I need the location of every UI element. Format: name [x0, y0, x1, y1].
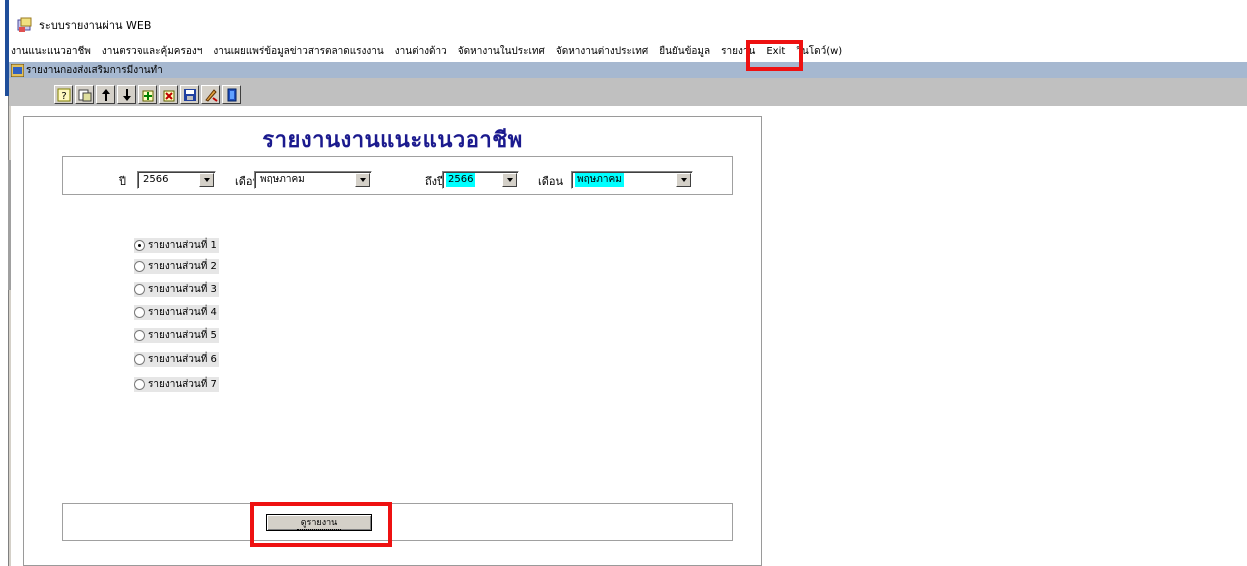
- report-option-5[interactable]: รายงานส่วนที่ 5: [134, 328, 219, 343]
- to-year-select[interactable]: 2566: [442, 171, 519, 189]
- svg-text:?: ?: [61, 91, 66, 102]
- add-record-icon: [142, 90, 153, 101]
- report-option-7[interactable]: รายงานส่วนที่ 7: [134, 377, 219, 392]
- month-value: พฤษภาคม: [260, 174, 305, 185]
- toolbar-area: ?: [9, 78, 1247, 106]
- radio-unchecked-icon[interactable]: [134, 284, 145, 295]
- radio-unchecked-icon[interactable]: [134, 354, 145, 365]
- menu-inspection[interactable]: งานตรวจและคุ้มครองฯ: [102, 44, 202, 59]
- print-preview-icon: [78, 89, 91, 101]
- chevron-down-icon[interactable]: [355, 173, 370, 187]
- menu-labor-market-info[interactable]: งานเผยแพร่ข้อมูลข่าวสารตลาดแรงงาน: [213, 44, 383, 59]
- toolbar: ?: [54, 85, 243, 104]
- save-icon: [183, 88, 196, 101]
- title-bar: ระบบรายงานผ่าน WEB: [9, 14, 1247, 36]
- report-option-label: รายงานส่วนที่ 2: [148, 261, 217, 272]
- report-option-label: รายงานส่วนที่ 7: [148, 379, 217, 390]
- report-option-label: รายงานส่วนที่ 3: [148, 284, 217, 295]
- menu-overseas-employment[interactable]: จัดหางานต่างประเทศ: [556, 44, 648, 59]
- year-select[interactable]: 2566: [137, 171, 216, 189]
- report-option-1[interactable]: รายงานส่วนที่ 1: [134, 238, 219, 253]
- menu-confirm-data[interactable]: ยืนยันข้อมูล: [659, 44, 710, 59]
- edit-icon: [204, 88, 218, 102]
- delete-record-icon: [163, 90, 174, 101]
- exit-button[interactable]: [222, 85, 241, 104]
- menu-bar: งานแนะแนวอาชีพ งานตรวจและคุ้มครองฯ งานเผ…: [9, 40, 1247, 62]
- chevron-down-icon[interactable]: [502, 173, 517, 187]
- to-month-label: เดือน: [538, 175, 564, 188]
- radio-unchecked-icon[interactable]: [134, 379, 145, 390]
- report-option-4[interactable]: รายงานส่วนที่ 4: [134, 305, 219, 320]
- chevron-down-icon[interactable]: [199, 173, 214, 187]
- to-year-value: 2566: [446, 173, 476, 187]
- to-month-select[interactable]: พฤษภาคม: [571, 171, 693, 189]
- radio-unchecked-icon[interactable]: [134, 330, 145, 341]
- move-up-icon: [101, 88, 110, 101]
- app-icon: [17, 17, 33, 33]
- year-value: 2566: [143, 174, 169, 185]
- print-preview-button[interactable]: [75, 85, 94, 104]
- radio-checked-icon[interactable]: [134, 240, 145, 251]
- action-group: [62, 503, 733, 541]
- report-option-label: รายงานส่วนที่ 5: [148, 330, 217, 341]
- chevron-down-icon[interactable]: [676, 173, 691, 187]
- menu-career-guidance[interactable]: งานแนะแนวอาชีพ: [11, 44, 91, 59]
- report-option-2[interactable]: รายงานส่วนที่ 2: [134, 259, 219, 274]
- report-option-label: รายงานส่วนที่ 6: [148, 354, 217, 365]
- subwindow-title-bar: รายงานกองส่งเสริมการมีงานทำ: [9, 62, 1247, 78]
- menu-reports[interactable]: รายงาน: [721, 44, 755, 59]
- edit-button[interactable]: [201, 85, 220, 104]
- radio-unchecked-icon[interactable]: [134, 261, 145, 272]
- view-report-button[interactable]: ดูรายงาน: [266, 514, 372, 531]
- subwindow-title: รายงานกองส่งเสริมการมีงานทำ: [26, 64, 163, 76]
- move-down-icon: [122, 88, 131, 101]
- delete-record-button[interactable]: [159, 85, 178, 104]
- month-select[interactable]: พฤษภาคม: [254, 171, 372, 189]
- exit-door-icon: [227, 88, 236, 101]
- help-icon: ?: [57, 88, 70, 102]
- help-button[interactable]: ?: [54, 85, 73, 104]
- menu-domestic-employment[interactable]: จัดหางานในประเทศ: [458, 44, 545, 59]
- menu-exit[interactable]: Exit: [766, 46, 785, 57]
- radio-unchecked-icon[interactable]: [134, 307, 145, 318]
- menu-window[interactable]: วินโดว์(w): [796, 44, 842, 59]
- move-down-button[interactable]: [117, 85, 136, 104]
- window-title: ระบบรายงานผ่าน WEB: [39, 19, 152, 32]
- subwindow-icon: [10, 63, 25, 77]
- move-up-button[interactable]: [96, 85, 115, 104]
- menu-foreign-workers[interactable]: งานต่างด้าว: [395, 44, 447, 59]
- view-report-label: ดูรายงาน: [296, 515, 342, 530]
- report-option-6[interactable]: รายงานส่วนที่ 6: [134, 352, 219, 367]
- to-month-value: พฤษภาคม: [575, 173, 624, 187]
- save-button[interactable]: [180, 85, 199, 104]
- report-option-label: รายงานส่วนที่ 1: [148, 240, 217, 251]
- report-option-label: รายงานส่วนที่ 4: [148, 307, 217, 318]
- add-record-button[interactable]: [138, 85, 157, 104]
- report-option-3[interactable]: รายงานส่วนที่ 3: [134, 282, 219, 297]
- page-title: รายงานงานแนะแนวอาชีพ: [262, 128, 523, 153]
- year-label: ปี: [119, 175, 126, 188]
